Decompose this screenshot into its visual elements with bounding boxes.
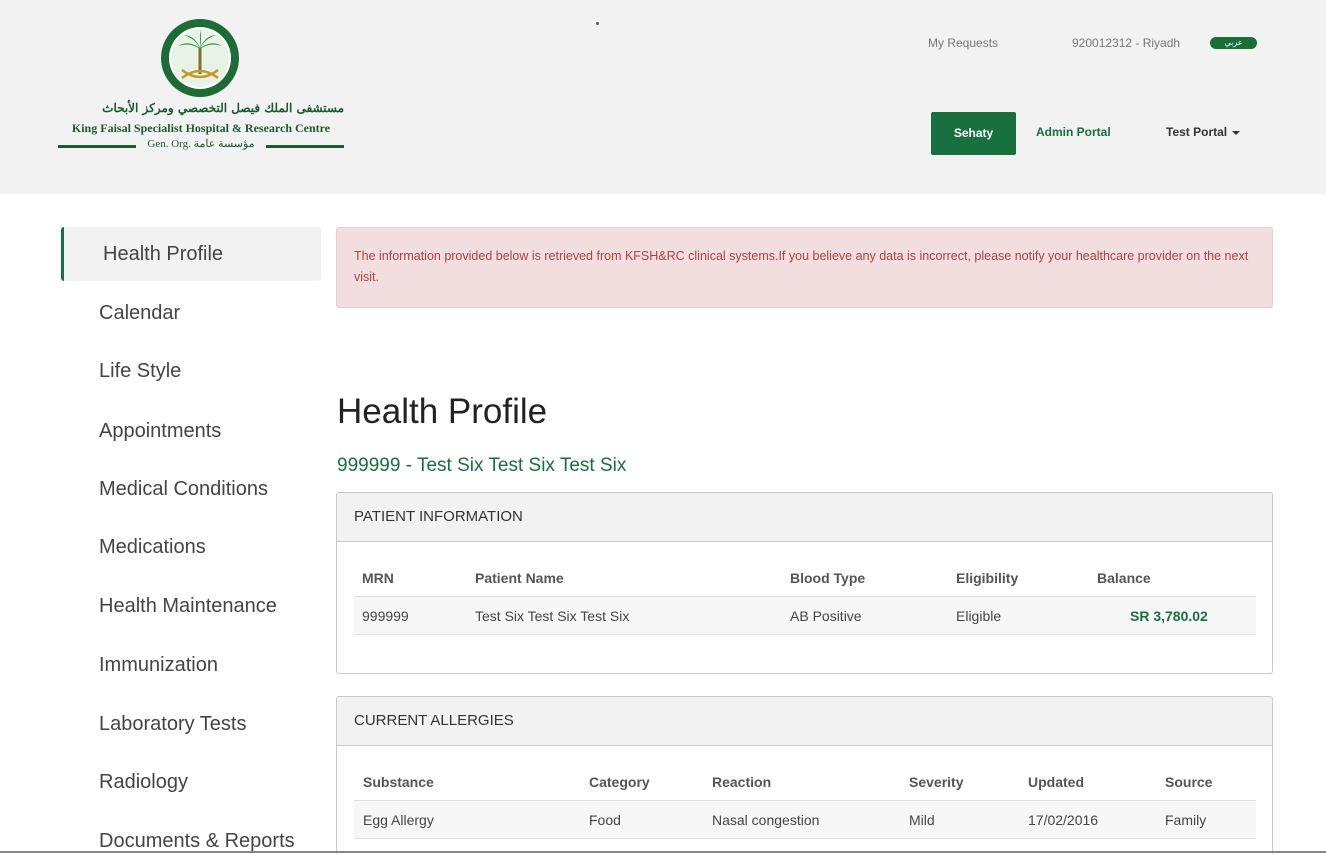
page-bottom-rule xyxy=(0,851,1326,853)
cell-category: Food xyxy=(589,812,621,828)
column-header-severity: Severity xyxy=(909,774,964,790)
caret-down-icon xyxy=(1232,130,1241,135)
table-header-row: Substance Category Reaction Severity Upd… xyxy=(354,763,1256,801)
site-header: مستشفى الملك فيصل التخصصي ومركز الأبحاث … xyxy=(0,0,1326,194)
sidebar-item-medications[interactable]: Medications xyxy=(61,520,321,574)
panel-heading: PATIENT INFORMATION xyxy=(337,493,1272,542)
logo-org-text: Gen. Org. مؤسسة عامة xyxy=(147,138,255,150)
language-toggle-button[interactable]: عربي xyxy=(1210,37,1257,49)
test-portal-dropdown[interactable]: Test Portal xyxy=(1166,125,1241,139)
logo-arabic-name: مستشفى الملك فيصل التخصصي ومركز الأبحاث xyxy=(102,101,344,115)
logo-divider xyxy=(58,145,136,148)
column-header-balance: Balance xyxy=(1097,570,1151,586)
logo-divider xyxy=(266,145,344,148)
logo-english-name: King Faisal Specialist Hospital & Resear… xyxy=(71,121,331,135)
patient-information-table: MRN Patient Name Blood Type Eligibility … xyxy=(354,559,1256,635)
sidebar-item-documents-reports[interactable]: Documents & Reports xyxy=(61,814,321,854)
cell-eligibility: Eligible xyxy=(956,608,1002,624)
patient-identifier: 999999 - Test Six Test Six Test Six xyxy=(337,455,627,476)
sidebar-item-health-maintenance[interactable]: Health Maintenance xyxy=(61,579,321,633)
sidebar-item-life-style[interactable]: Life Style xyxy=(61,344,321,398)
sidebar-item-medical-conditions[interactable]: Medical Conditions xyxy=(61,462,321,516)
cell-updated: 17/02/2016 xyxy=(1028,812,1099,828)
cell-source: Family xyxy=(1165,812,1207,828)
sehaty-button[interactable]: Sehaty xyxy=(931,112,1016,155)
sidebar-item-calendar[interactable]: Calendar xyxy=(61,286,321,340)
admin-portal-link[interactable]: Admin Portal xyxy=(1036,125,1111,139)
allergies-table: Substance Category Reaction Severity Upd… xyxy=(354,763,1256,839)
column-header-substance: Substance xyxy=(363,774,434,790)
column-header-patient-name: Patient Name xyxy=(475,570,564,586)
cell-substance: Egg Allergy xyxy=(363,812,434,828)
table-row: Egg Allergy Food Nasal congestion Mild 1… xyxy=(354,801,1256,839)
current-allergies-panel: CURRENT ALLERGIES Substance Category Rea… xyxy=(336,696,1273,854)
column-header-reaction: Reaction xyxy=(712,774,772,790)
column-header-mrn: MRN xyxy=(362,570,394,586)
column-header-eligibility: Eligibility xyxy=(956,570,1019,586)
column-header-source: Source xyxy=(1165,774,1213,790)
contact-phone: 920012312 - Riyadh xyxy=(1072,36,1181,50)
table-header-row: MRN Patient Name Blood Type Eligibility … xyxy=(354,559,1256,597)
sidebar-item-health-profile[interactable]: Health Profile xyxy=(61,227,321,281)
column-header-blood-type: Blood Type xyxy=(790,570,866,586)
logo-org-line: Gen. Org. مؤسسة عامة xyxy=(58,137,344,151)
patient-information-panel: PATIENT INFORMATION MRN Patient Name Blo… xyxy=(336,492,1273,674)
table-row: 999999 Test Six Test Six Test Six AB Pos… xyxy=(354,597,1256,635)
test-portal-label: Test Portal xyxy=(1166,125,1228,139)
sidebar-item-immunization[interactable]: Immunization xyxy=(61,638,321,692)
sidebar-item-radiology[interactable]: Radiology xyxy=(61,755,321,809)
cell-patient-name: Test Six Test Six Test Six xyxy=(475,608,630,624)
column-header-category: Category xyxy=(589,774,650,790)
my-requests-link[interactable]: My Requests xyxy=(928,36,998,50)
cell-balance: SR 3,780.02 xyxy=(1130,608,1208,624)
sidebar-item-laboratory-tests[interactable]: Laboratory Tests xyxy=(61,697,321,751)
page-title: Health Profile xyxy=(337,392,548,431)
data-disclaimer-alert: The information provided below is retrie… xyxy=(336,227,1273,308)
sidebar-item-appointments[interactable]: Appointments xyxy=(61,404,321,458)
hospital-logo-icon[interactable] xyxy=(160,18,240,98)
cell-reaction: Nasal congestion xyxy=(712,812,820,828)
decorative-dot xyxy=(596,22,599,25)
cell-mrn: 999999 xyxy=(362,608,409,624)
panel-heading: CURRENT ALLERGIES xyxy=(337,697,1272,746)
column-header-updated: Updated xyxy=(1028,774,1084,790)
cell-severity: Mild xyxy=(909,812,935,828)
cell-blood-type: AB Positive xyxy=(790,608,862,624)
